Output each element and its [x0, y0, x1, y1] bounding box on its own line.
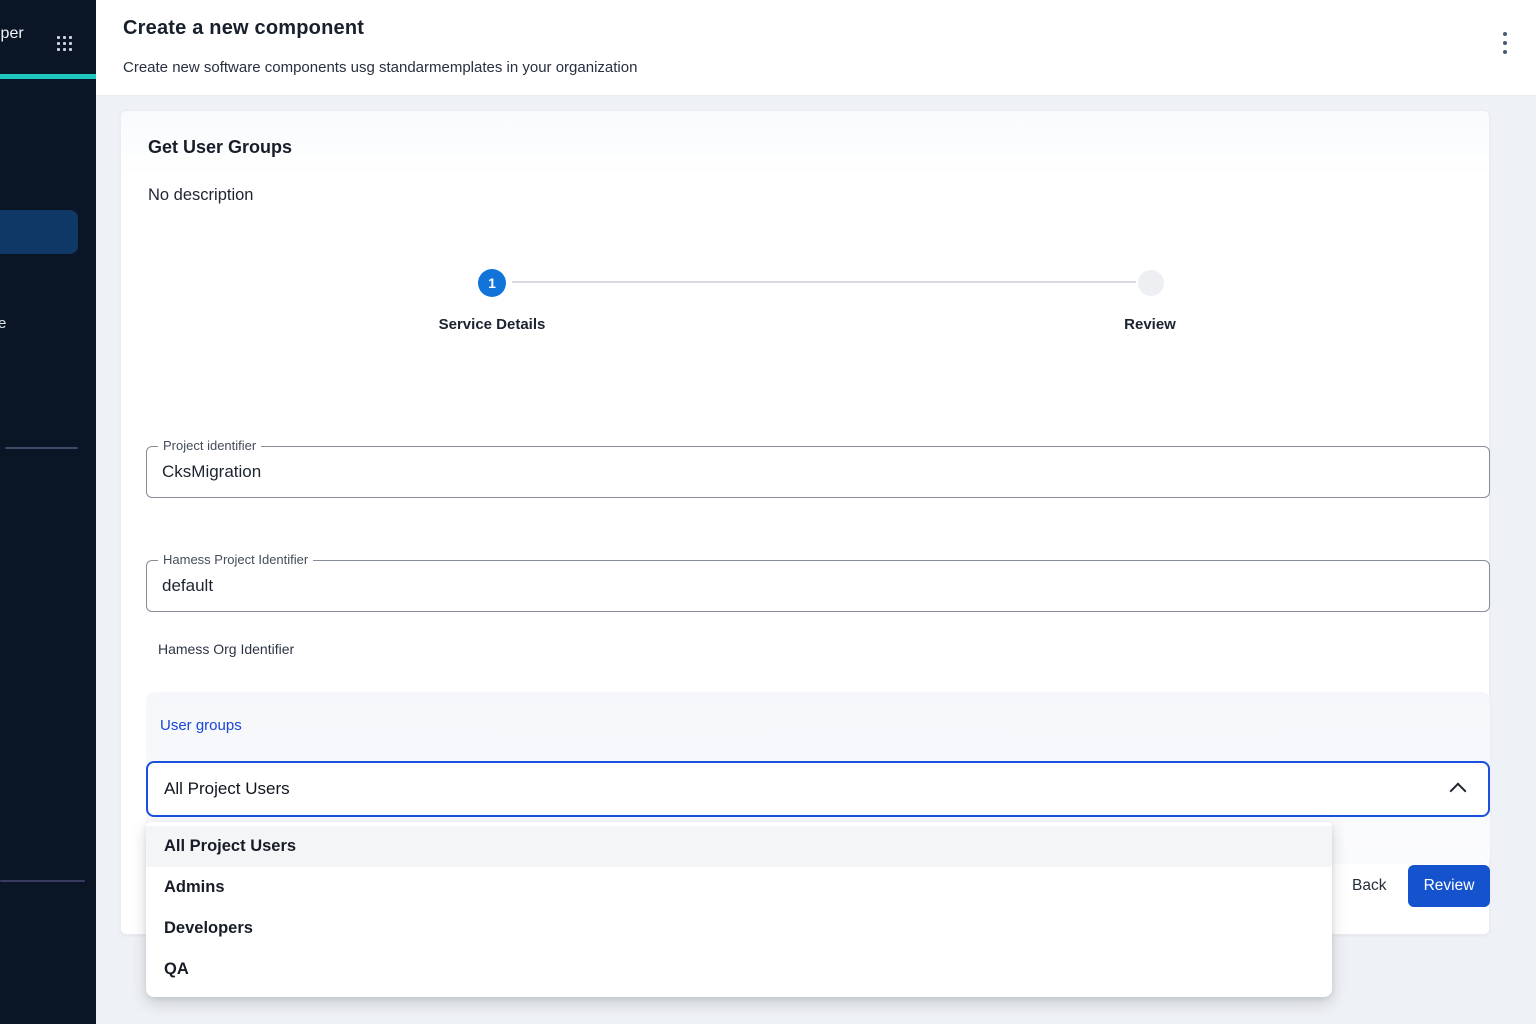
project-identifier-input[interactable] [162, 447, 1462, 497]
apps-grid-icon[interactable] [57, 36, 73, 51]
sidebar-divider [5, 447, 78, 449]
menu-option-all-project-users[interactable]: All Project Users [146, 826, 1332, 867]
wizard-description: No description [148, 186, 253, 205]
harness-org-identifier-label: Hamess Org Identifier [158, 641, 294, 657]
menu-option-admins[interactable]: Admins [146, 867, 1332, 908]
kebab-dot-icon [1503, 41, 1507, 45]
kebab-dot-icon [1503, 32, 1507, 36]
user-groups-link[interactable]: User groups [160, 717, 242, 734]
sidebar-active-item[interactable] [0, 210, 78, 254]
harness-project-identifier-field[interactable]: Hamess Project Identifier [146, 560, 1490, 612]
sidebar-divider [0, 880, 85, 882]
sidebar-accent-bar [0, 74, 96, 79]
step-connector-line [512, 281, 1136, 283]
sidebar-item-partial-label[interactable]: e [0, 315, 6, 332]
page-subtitle: Create new software components usg stand… [123, 59, 637, 76]
step-indicator-review[interactable] [1138, 270, 1164, 296]
user-groups-dropdown-menu: All Project Users Admins Developers QA [146, 822, 1332, 997]
harness-project-identifier-input[interactable] [162, 561, 1462, 611]
project-identifier-field[interactable]: Project identifier [146, 446, 1490, 498]
menu-option-developers[interactable]: Developers [146, 908, 1332, 949]
user-groups-selected-value: All Project Users [164, 779, 290, 799]
kebab-menu-button[interactable] [1498, 32, 1512, 54]
review-button[interactable]: Review [1408, 865, 1490, 907]
user-groups-select[interactable]: All Project Users [146, 761, 1490, 817]
step-label-service-details: Service Details [414, 316, 570, 333]
back-button[interactable]: Back [1340, 871, 1398, 901]
sidebar-partial-title: lper [0, 25, 24, 43]
page-title: Create a new component [123, 17, 364, 40]
page-header: Create a new component Create new softwa… [96, 0, 1536, 96]
chevron-up-icon [1450, 783, 1467, 800]
step-indicator-service-details[interactable]: 1 [478, 269, 506, 297]
menu-option-qa[interactable]: QA [146, 949, 1332, 990]
sidebar: lper e [0, 0, 96, 1024]
page: lper e Create a new component Create new… [0, 0, 1536, 1024]
step-label-review: Review [1090, 316, 1210, 333]
kebab-dot-icon [1503, 50, 1507, 54]
wizard-name: Get User Groups [148, 137, 292, 158]
